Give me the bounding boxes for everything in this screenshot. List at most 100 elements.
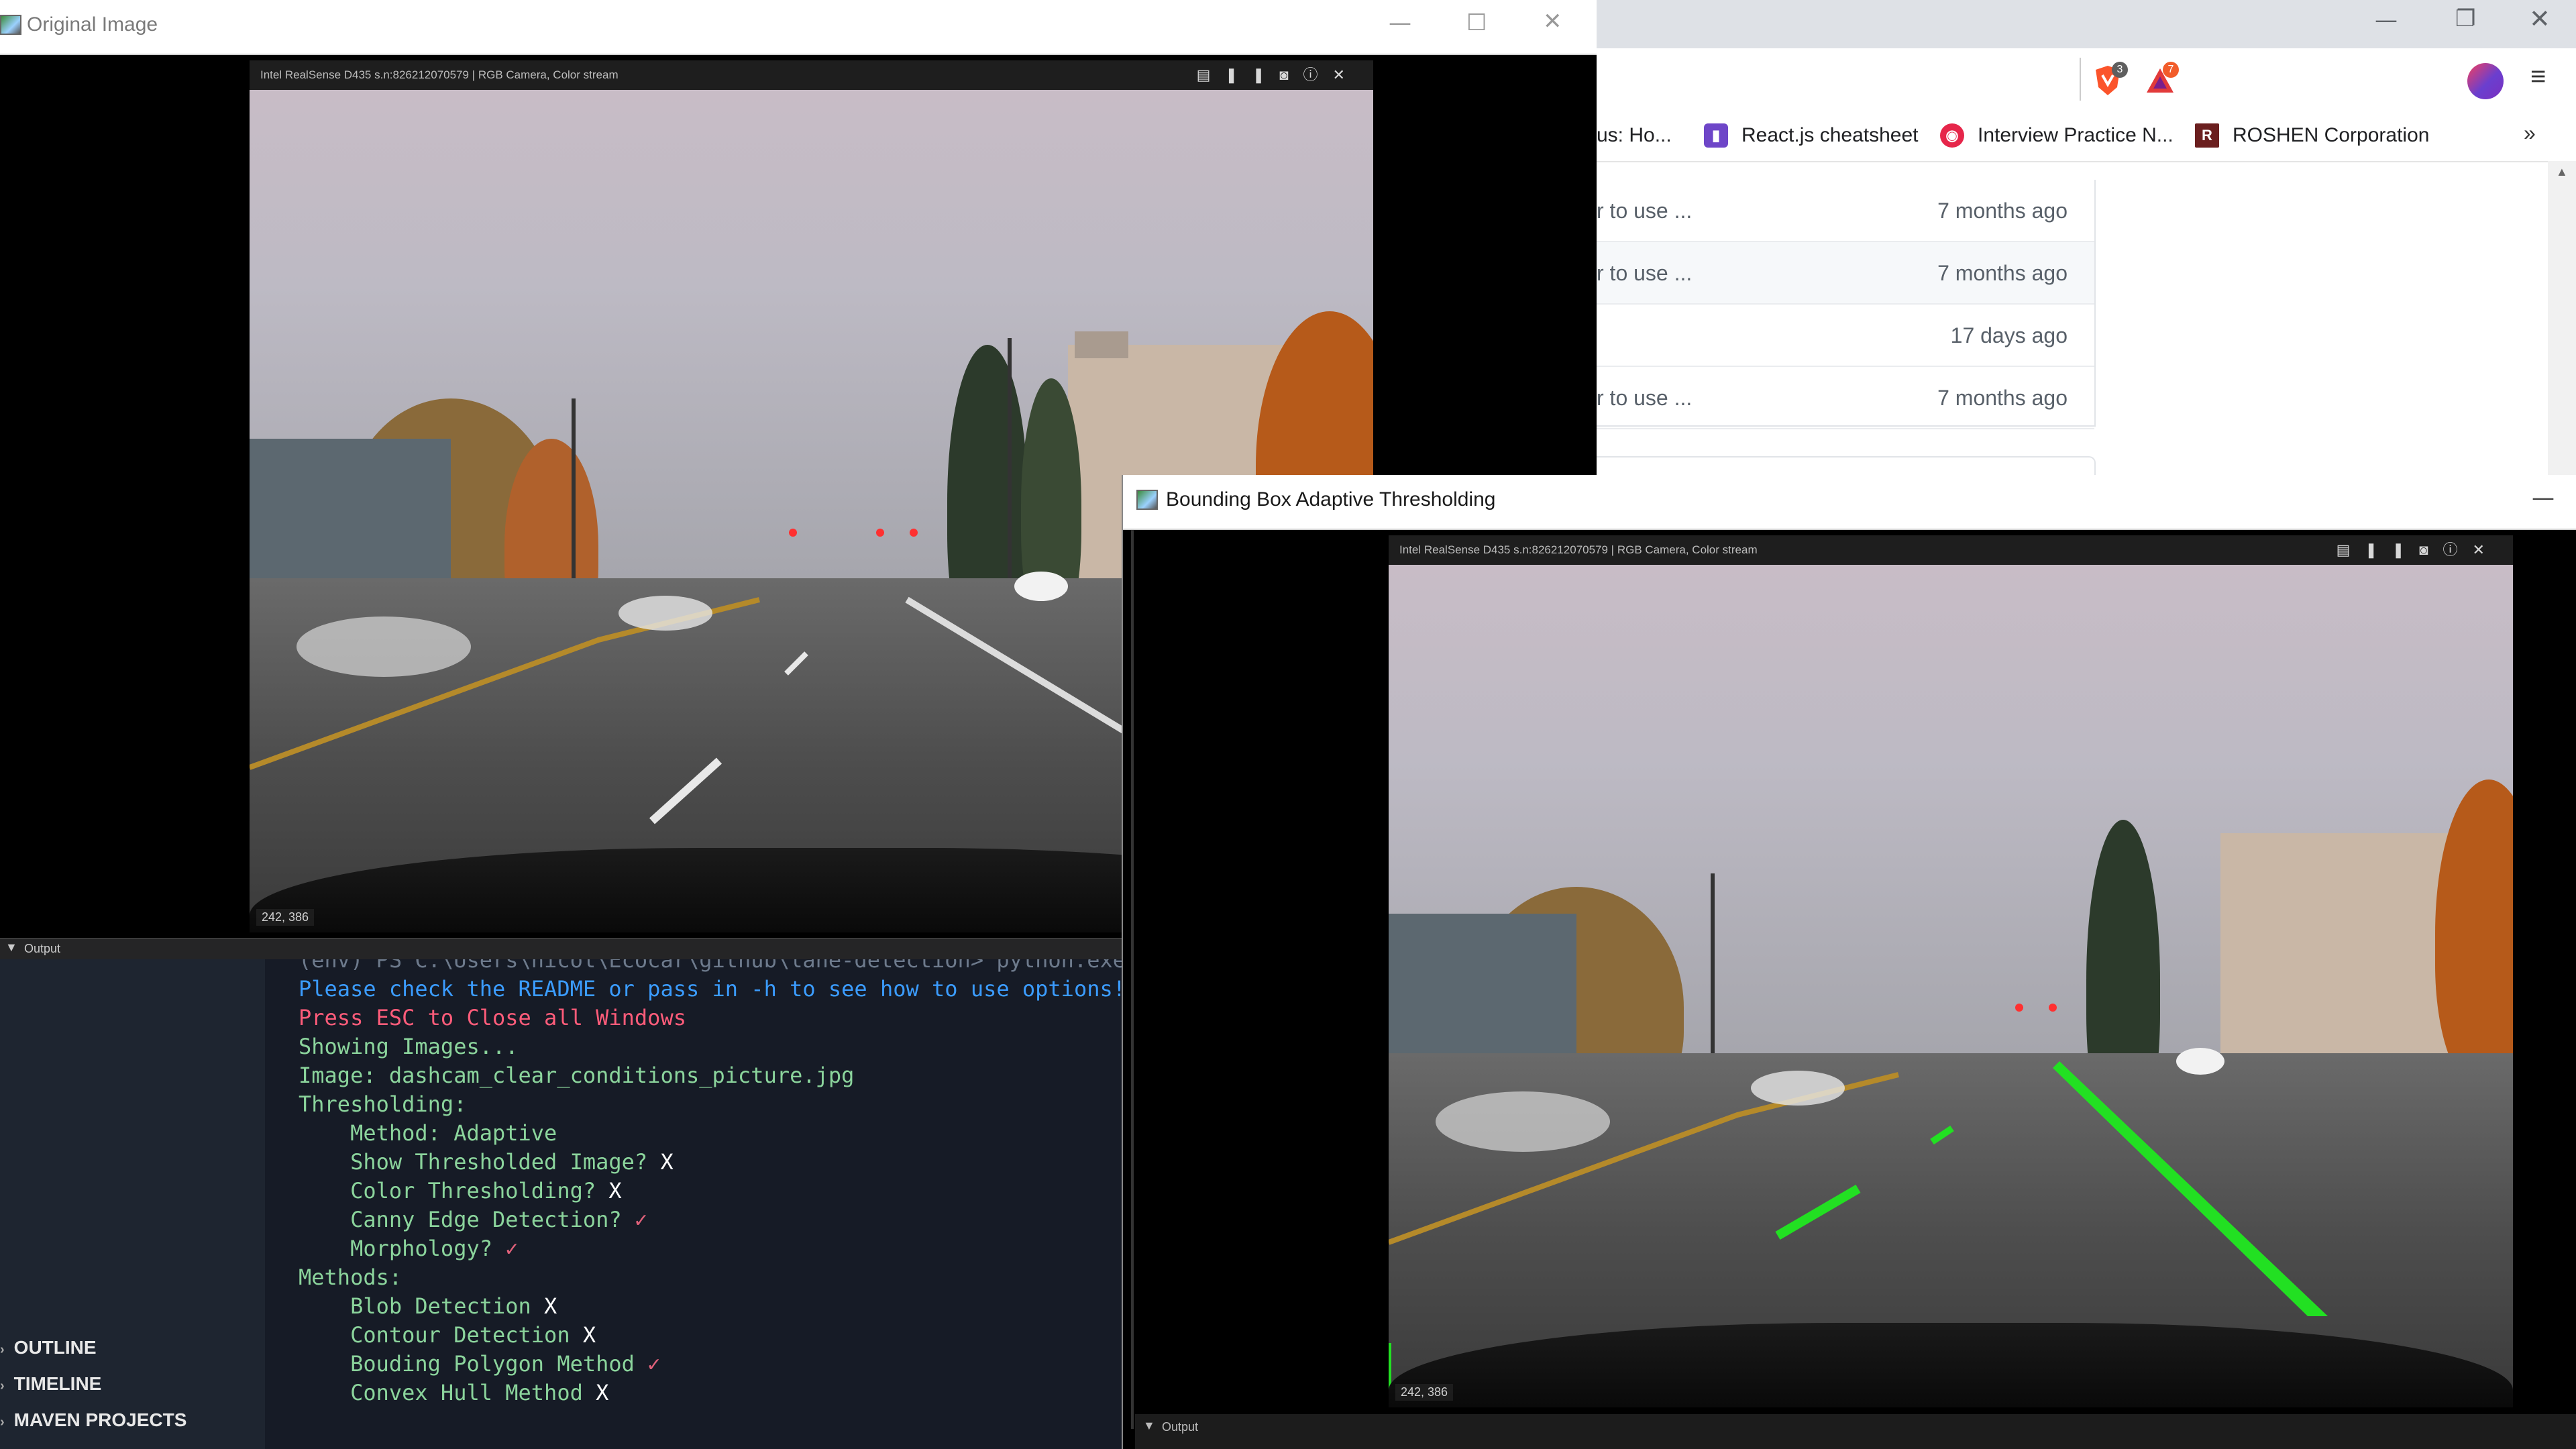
sidebar-item-timeline[interactable]: › TIMELINE <box>0 1366 265 1402</box>
close-icon[interactable]: ✕ <box>1543 8 1562 35</box>
camera-stream-bar: Intel RealSense D435 s.n:826212070579 | … <box>1389 535 2513 565</box>
ide-sidebar: › OUTLINE › TIMELINE › MAVEN PROJECTS <box>0 959 265 1449</box>
terminal-line: Press ESC to Close all Windows <box>299 1005 686 1030</box>
bookmark-label: React.js cheatsheet <box>1741 124 1919 146</box>
option-mark: X <box>608 1178 622 1203</box>
center-lane-dash <box>1930 1125 1954 1145</box>
brave-badge: 3 <box>2112 62 2128 78</box>
chevron-right-icon: › <box>0 1415 5 1430</box>
output-panel-header[interactable]: ▼ Output <box>0 938 1127 959</box>
bookmark-item[interactable]: ▮ React.js cheatsheet <box>1704 119 1918 152</box>
window-title: Original Image <box>27 13 158 36</box>
file-row[interactable]: r to use ... 7 months ago <box>1597 242 2094 305</box>
terminal-line: Bouding Polygon Method ✓ <box>299 1351 661 1377</box>
terminal-line: (env) PS C:\Users\nicol\Ecocar\github\la… <box>299 959 1126 973</box>
terminal-line: Method: Adaptive <box>299 1120 557 1146</box>
roshen-logo-icon: R <box>2195 123 2219 148</box>
minimize-icon[interactable]: — <box>2532 484 2555 511</box>
scroll-up-icon[interactable]: ▲ <box>2556 165 2568 179</box>
file-list: r to use ... 7 months ago r to use ... 7 m… <box>1597 180 2096 429</box>
app-icon <box>1136 490 1158 510</box>
sidebar-item-label: TIMELINE <box>13 1373 102 1394</box>
option-mark: ✓ <box>647 1351 661 1377</box>
pixel-coordinate-readout: 242, 386 <box>1395 1384 1454 1401</box>
center-lane-dash <box>1775 1184 1861 1240</box>
commit-age: 7 months ago <box>1937 386 2068 410</box>
terminal-output[interactable]: (env) PS C:\Users\nicol\Ecocar\github\la… <box>265 959 1127 1449</box>
option-mark: X <box>544 1293 557 1319</box>
minimize-icon[interactable]: — <box>2375 7 2398 34</box>
camera-controls[interactable]: ▤❚❚◙ⓘ✕ <box>2337 535 2500 565</box>
lane-detection-overlay <box>1389 1004 2328 1405</box>
commit-message[interactable]: r to use ... <box>1597 199 1692 223</box>
profile-avatar[interactable] <box>2467 63 2504 99</box>
right-lane-line <box>2053 1061 2328 1316</box>
sidebar-item-outline[interactable]: › OUTLINE <box>0 1330 265 1366</box>
camera-stream-label: Intel RealSense D435 s.n:826212070579 | … <box>1399 543 1758 556</box>
bookmark-item[interactable]: us: Ho... <box>1597 119 1672 152</box>
output-panel-title: Output <box>24 942 61 955</box>
commit-age: 7 months ago <box>1937 199 2068 223</box>
file-row[interactable]: r to use ... 7 months ago <box>1597 367 2094 429</box>
chevron-down-icon[interactable]: ▼ <box>5 941 17 955</box>
browser-titlebar: — ❐ ✕ <box>1597 0 2576 48</box>
window-titlebar: Original Image — ☐ ✕ <box>0 0 1597 55</box>
chevron-right-icon: › <box>0 1342 5 1357</box>
bookmark-icon: ◉ <box>1940 123 1964 148</box>
menu-icon[interactable]: ≡ <box>2530 62 2546 92</box>
address-bar[interactable] <box>1590 58 2081 101</box>
terminal-line: Thresholding: <box>299 1091 467 1117</box>
terminal-line: Please check the README or pass in -h to… <box>299 976 1126 1002</box>
bookmark-label: Interview Practice N... <box>1978 124 2174 146</box>
app-icon <box>0 15 21 35</box>
terminal-line: Contour Detection X <box>299 1322 596 1348</box>
bat-rewards-icon[interactable]: 7 <box>2145 62 2179 95</box>
camera-stream-label: Intel RealSense D435 s.n:826212070579 | … <box>260 68 619 81</box>
terminal-line: Showing Images... <box>299 1034 519 1059</box>
maximize-icon[interactable]: ☐ <box>1466 9 1487 36</box>
terminal-line: Show Thresholded Image? X <box>299 1149 674 1175</box>
brave-shield-icon[interactable]: 3 <box>2093 62 2128 97</box>
bookmark-label: ROSHEN Corporation <box>2233 124 2430 146</box>
sidebar-item-label: OUTLINE <box>13 1337 97 1358</box>
bookmarks-bar: us: Ho... ▮ React.js cheatsheet ◉ Intervie… <box>1597 110 2576 162</box>
window-title: Bounding Box Adaptive Thresholding <box>1166 488 1496 511</box>
window-titlebar: Bounding Box Adaptive Thresholding — <box>1123 475 2576 530</box>
option-mark: X <box>582 1322 596 1348</box>
camera-controls[interactable]: ▤❚❚◙ⓘ✕ <box>1197 60 1360 90</box>
browser-toolbar: 3 7 ≡ <box>1590 48 2576 111</box>
thresholded-camera-image: 242, 386 <box>1389 565 2513 1407</box>
terminal-line: Convex Hull Method X <box>299 1380 609 1405</box>
commit-message[interactable]: r to use ... <box>1597 261 1692 286</box>
option-mark: ✓ <box>634 1207 648 1232</box>
restore-icon[interactable]: ❐ <box>2455 5 2475 32</box>
output-panel-header[interactable]: ▼ Output <box>1135 1414 2576 1449</box>
sidebar-item-label: MAVEN PROJECTS <box>13 1409 187 1430</box>
bookmark-label: us: Ho... <box>1597 124 1672 146</box>
commit-message[interactable]: r to use ... <box>1597 386 1692 411</box>
pixel-coordinate-readout: 242, 386 <box>256 909 315 926</box>
option-mark: ✓ <box>505 1236 519 1261</box>
terminal-line: Methods: <box>299 1265 402 1290</box>
close-icon[interactable]: ✕ <box>2529 4 2551 34</box>
bookmark-icon: ▮ <box>1704 123 1728 148</box>
bounding-box-window: Bounding Box Adaptive Thresholding — Int… <box>1122 475 2576 1449</box>
chevron-right-icon: › <box>0 1379 5 1393</box>
file-row[interactable]: r to use ... 7 months ago <box>1597 180 2094 242</box>
option-mark: X <box>660 1149 674 1175</box>
bat-badge: 7 <box>2163 62 2179 78</box>
bookmark-item[interactable]: ◉ Interview Practice N... <box>1940 119 2174 152</box>
chevron-down-icon[interactable]: ▼ <box>1143 1415 1155 1436</box>
bookmark-item[interactable]: R ROSHEN Corporation <box>2195 119 2429 152</box>
terminal-line: Blob Detection X <box>299 1293 557 1319</box>
option-mark: X <box>596 1380 609 1405</box>
panel-divider <box>1131 530 1134 1429</box>
terminal-line: Canny Edge Detection? ✓ <box>299 1207 648 1232</box>
terminal-line: Image: dashcam_clear_conditions_picture.… <box>299 1063 855 1088</box>
commit-age: 17 days ago <box>1950 323 2068 347</box>
file-row[interactable]: 17 days ago <box>1597 305 2094 367</box>
minimize-icon[interactable]: — <box>1389 9 1411 36</box>
bookmarks-overflow-icon[interactable]: » <box>2524 121 2536 146</box>
output-panel-title: Output <box>1162 1420 1199 1434</box>
sidebar-item-maven-projects[interactable]: › MAVEN PROJECTS <box>0 1402 265 1438</box>
